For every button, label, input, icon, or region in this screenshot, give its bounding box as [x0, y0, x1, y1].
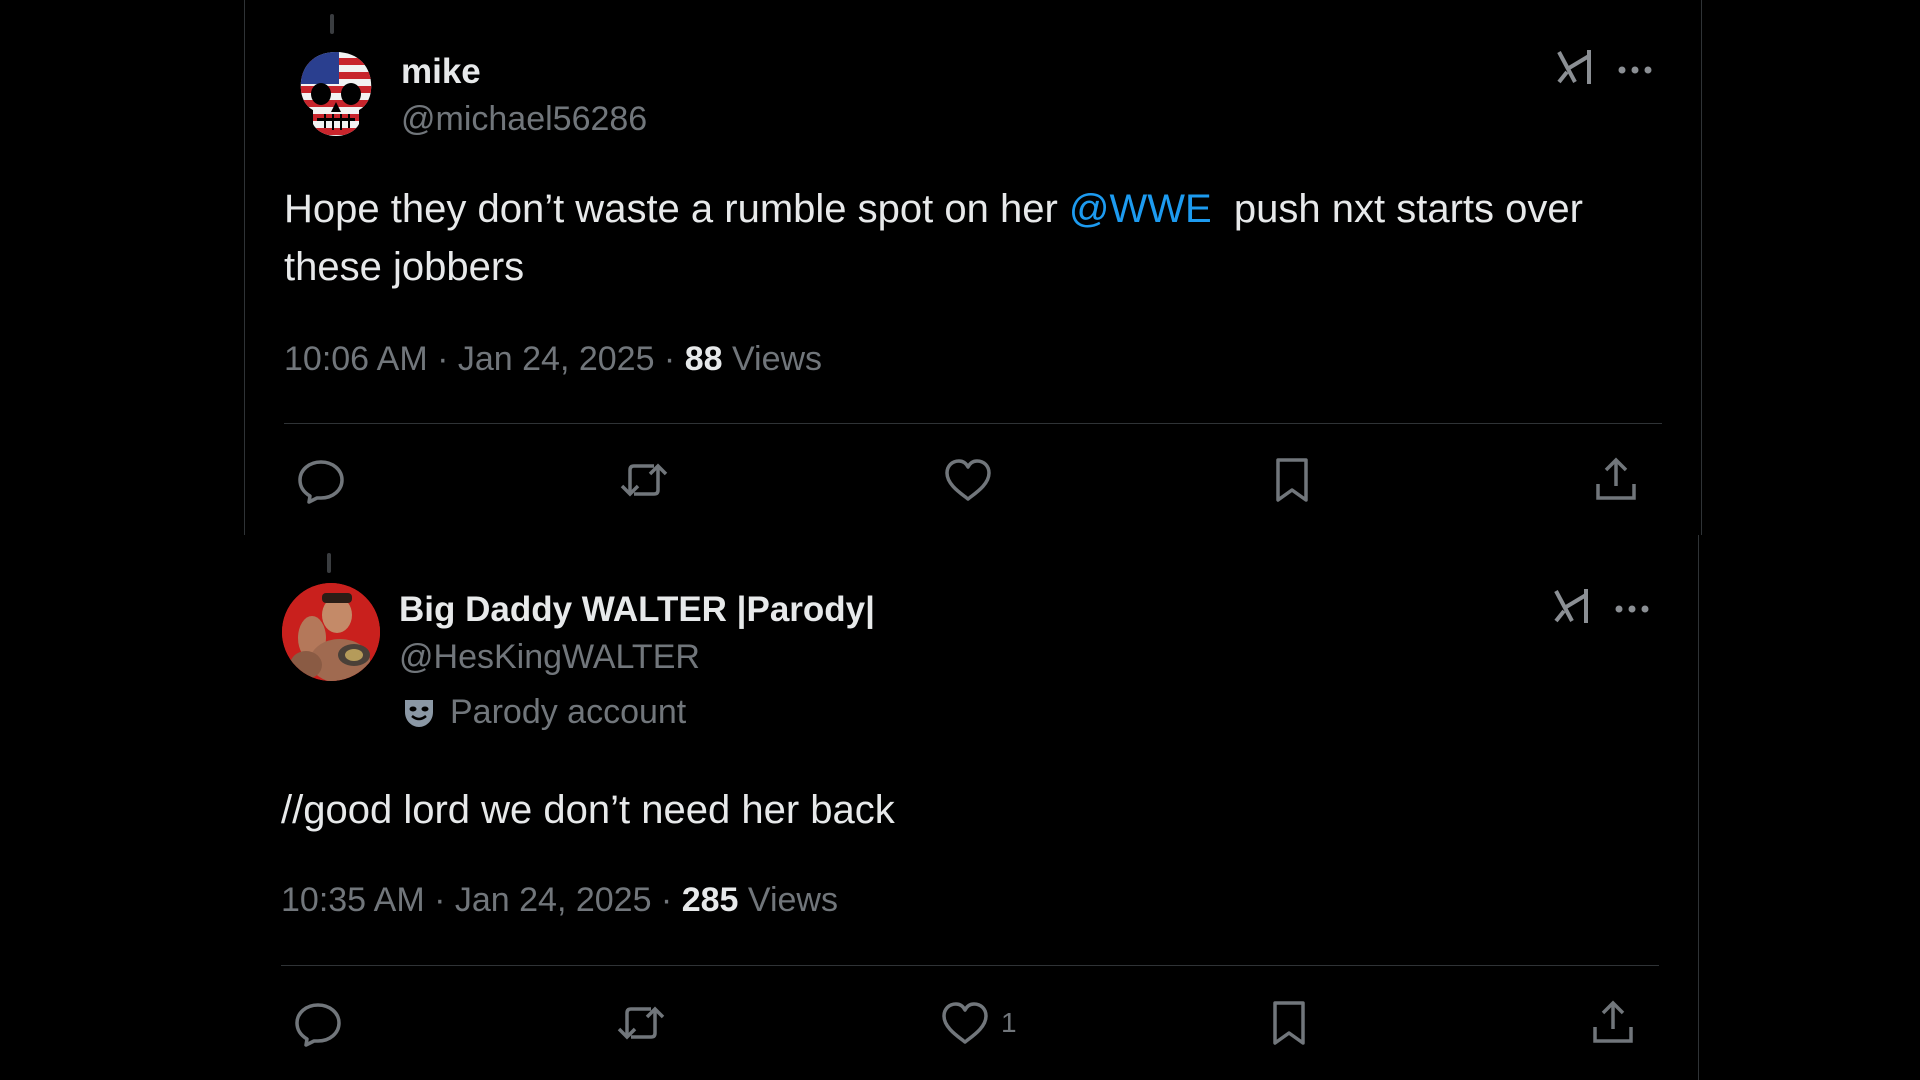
grok-icon[interactable] — [1550, 585, 1592, 632]
like-button[interactable] — [942, 454, 1004, 506]
parody-label: Parody account — [450, 693, 687, 731]
timestamp[interactable]: 10:35 AM · Jan 24, 2025 · — [281, 881, 682, 919]
like-count: 1 — [1001, 1007, 1017, 1038]
share-button[interactable] — [1590, 454, 1642, 506]
share-icon — [1593, 1000, 1633, 1043]
thread-connector — [327, 553, 331, 573]
tweet-meta: 10:06 AM · Jan 24, 2025 · 88 Views — [284, 340, 822, 379]
views-count: 88 — [684, 340, 723, 378]
divider — [284, 423, 1662, 424]
repost-icon — [617, 1006, 665, 1040]
bookmark-icon — [1276, 458, 1308, 502]
tweet-1: mike @michael56286 Hope they don’t waste… — [244, 0, 1702, 535]
mention-link[interactable]: @WWE — [1069, 187, 1212, 231]
views-label: Views — [738, 881, 838, 919]
tweet-text: Hope they don’t waste a rumble spot on h… — [284, 180, 1664, 296]
timestamp[interactable]: 10:06 AM · Jan 24, 2025 · — [284, 340, 685, 378]
tweet-text-before: Hope they don’t waste a rumble spot on h… — [284, 187, 1069, 231]
bookmark-button[interactable] — [1263, 997, 1315, 1049]
bookmark-icon — [1273, 1001, 1305, 1045]
repost-button[interactable] — [615, 997, 667, 1049]
like-button[interactable]: 1 — [939, 997, 1017, 1049]
parody-badge: Parody account — [402, 693, 686, 732]
views-count: 285 — [681, 881, 739, 919]
walter-avatar-image — [282, 583, 380, 681]
reply-icon — [298, 460, 344, 504]
grok-icon[interactable] — [1553, 46, 1595, 93]
more-icon[interactable] — [1612, 589, 1652, 634]
share-button[interactable] — [1587, 997, 1639, 1049]
display-name[interactable]: Big Daddy WALTER |Parody| — [399, 590, 875, 630]
parody-mask-icon — [405, 699, 433, 727]
more-icon[interactable] — [1615, 50, 1655, 95]
repost-button[interactable] — [618, 454, 670, 506]
like-icon — [945, 459, 991, 501]
avatar-walter[interactable] — [282, 583, 380, 681]
skull-flag-avatar-image — [300, 52, 372, 136]
user-handle[interactable]: @michael56286 — [401, 100, 647, 139]
thread-connector — [330, 14, 334, 34]
tweet-2: Big Daddy WALTER |Parody| @HesKingWALTER… — [244, 535, 1699, 1080]
reply-icon — [295, 1003, 341, 1047]
tweet-text: //good lord we don’t need her back — [281, 788, 895, 832]
share-icon — [1596, 457, 1636, 500]
repost-icon — [620, 463, 668, 497]
reply-button[interactable] — [292, 997, 344, 1049]
display-name[interactable]: mike — [401, 52, 481, 92]
like-icon — [942, 1002, 988, 1044]
divider — [281, 965, 1659, 966]
tweet-meta: 10:35 AM · Jan 24, 2025 · 285 Views — [281, 881, 838, 920]
views-label: Views — [722, 340, 823, 378]
reply-button[interactable] — [295, 454, 347, 506]
bookmark-button[interactable] — [1266, 454, 1318, 506]
user-handle[interactable]: @HesKingWALTER — [399, 638, 700, 677]
avatar-mike[interactable] — [287, 44, 385, 142]
